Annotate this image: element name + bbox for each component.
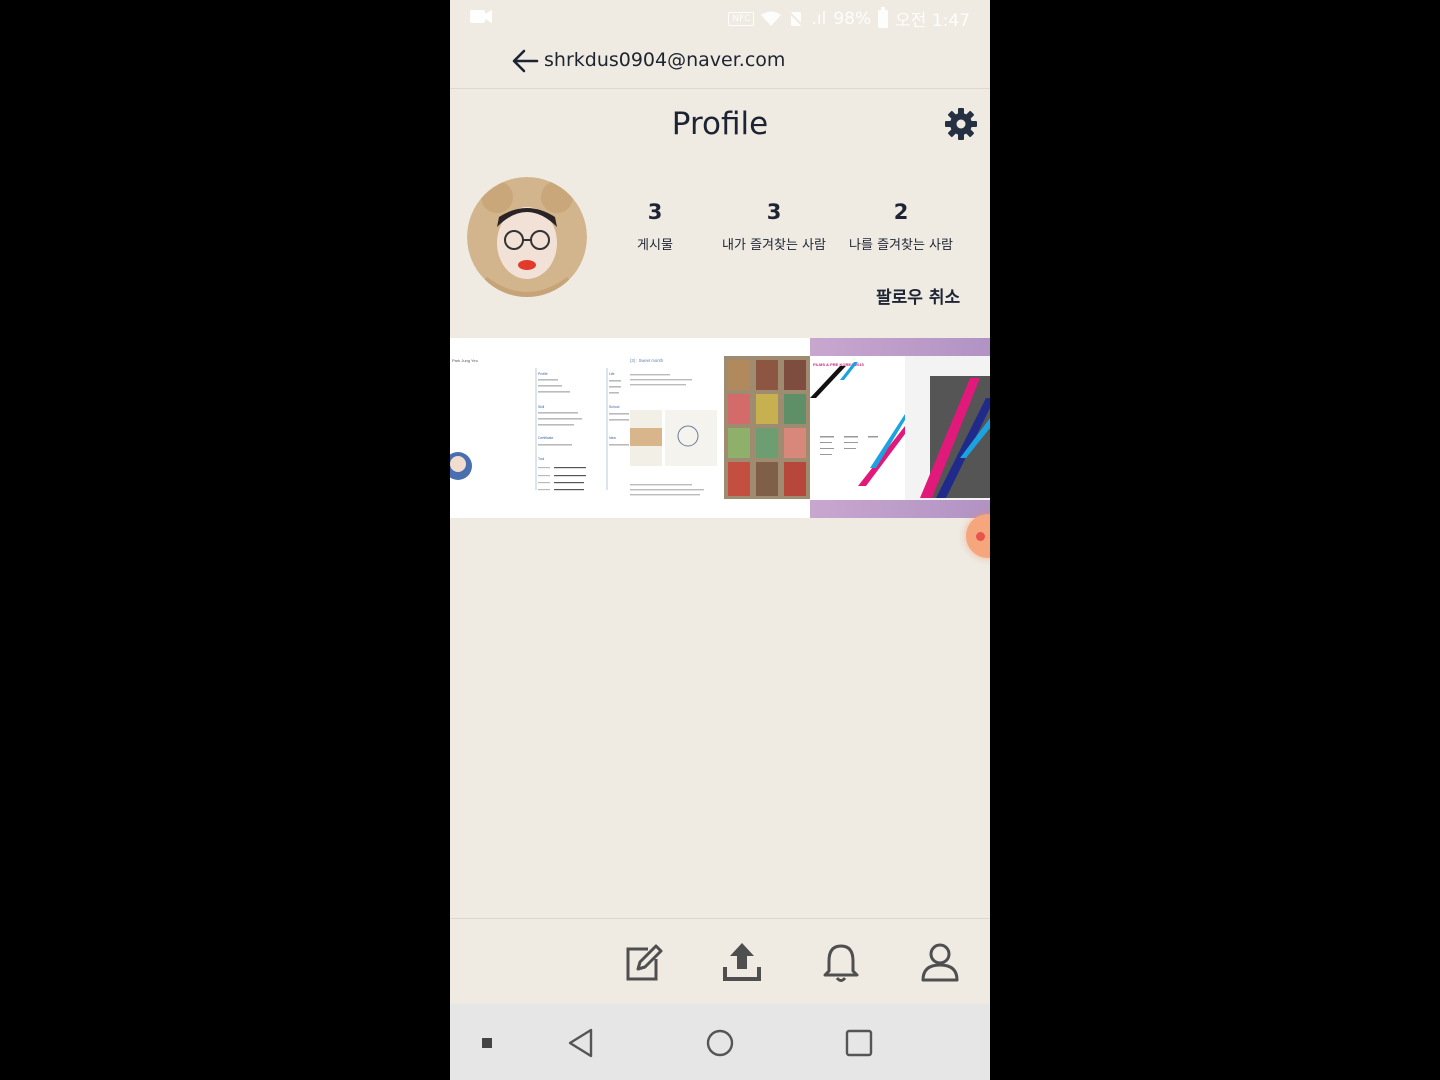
stat-posts[interactable]: 3 게시물 xyxy=(630,200,680,253)
clock: 오전 1:47 xyxy=(895,11,970,31)
nav-back-icon[interactable] xyxy=(567,1028,595,1058)
user-icon[interactable] xyxy=(919,941,961,983)
post-grid: Park Jung Yeo Profile Skill Certificate … xyxy=(450,338,990,518)
avatar[interactable] xyxy=(467,177,587,297)
stat-followers[interactable]: 2 나를 즐겨찾는 사람 xyxy=(842,200,960,253)
unfollow-button[interactable]: 팔로우 취소 xyxy=(876,283,960,308)
nav-overview-icon[interactable] xyxy=(845,1029,873,1057)
resume-section: Tool xyxy=(538,457,544,461)
resume-section: Idea xyxy=(609,436,616,440)
edit-icon[interactable] xyxy=(622,941,664,983)
stat-count: 3 xyxy=(766,200,782,224)
stat-count: 3 xyxy=(647,200,663,224)
recent-dot-icon[interactable] xyxy=(482,1038,492,1048)
resume-section: Profile xyxy=(538,372,548,376)
status-bar: NFC .ıl 98% 오전 1:47 xyxy=(450,0,990,34)
page-title: Profile xyxy=(671,106,769,142)
mute-icon xyxy=(788,10,805,27)
signal-icon: .ıl xyxy=(811,8,827,29)
nfc-icon: NFC xyxy=(728,11,755,26)
bottom-tab-bar xyxy=(450,918,990,1005)
screen-record-icon xyxy=(470,10,492,23)
stat-label: 게시물 xyxy=(637,238,673,253)
resume-name: Park Jung Yeo xyxy=(452,358,479,363)
avatar-image xyxy=(467,177,587,297)
resume-heading: (3) : Sweet month xyxy=(630,358,664,363)
resume-section: Skill xyxy=(538,405,544,409)
floating-action-button[interactable] xyxy=(966,514,990,558)
top-app-bar: shrkdus0904@naver.com xyxy=(450,34,990,89)
upload-icon[interactable] xyxy=(721,941,763,983)
post-thumbnail[interactable]: FILMS & PRE KOREA 2015 xyxy=(810,338,990,518)
app-screen: NFC .ıl 98% 오전 1:47 shrkdus0904@naver.co… xyxy=(450,0,990,1080)
post-thumbnail[interactable]: Park Jung Yeo Profile Skill Certificate … xyxy=(450,338,810,518)
stat-label: 나를 즐겨찾는 사람 xyxy=(849,238,953,253)
stat-count: 2 xyxy=(893,200,909,224)
gear-icon[interactable] xyxy=(943,106,979,142)
portfolio-preview: Park Jung Yeo Profile Skill Certificate … xyxy=(450,338,810,518)
status-icons: NFC .ıl 98% 오전 1:47 xyxy=(728,6,970,31)
nav-home-icon[interactable] xyxy=(705,1028,735,1058)
battery-icon xyxy=(878,6,889,28)
wifi-icon xyxy=(761,11,782,26)
resume-section: School xyxy=(609,405,620,409)
resume-section: Life xyxy=(609,372,615,376)
arrow-left-icon[interactable] xyxy=(510,46,540,76)
bell-icon[interactable] xyxy=(820,941,862,983)
resume-section: Certificate xyxy=(538,436,553,440)
battery-percent: 98% xyxy=(833,8,872,29)
system-nav-bar xyxy=(450,1004,990,1080)
stat-following[interactable]: 3 내가 즐겨찾는 사람 xyxy=(716,200,832,253)
stat-label: 내가 즐겨찾는 사람 xyxy=(722,238,826,253)
festival-booklet-preview: FILMS & PRE KOREA 2015 xyxy=(810,356,990,500)
account-email: shrkdus0904@naver.com xyxy=(544,49,786,71)
